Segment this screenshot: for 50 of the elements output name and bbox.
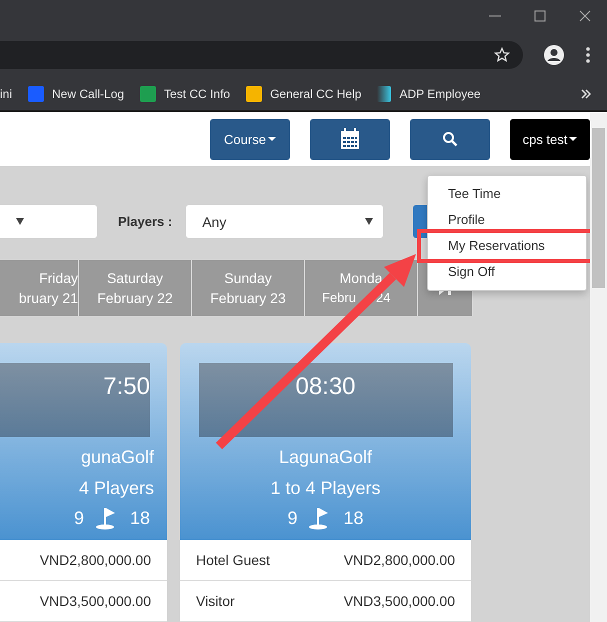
search-button[interactable] (410, 118, 490, 160)
bookmark[interactable]: New Call-Log (28, 86, 124, 102)
menu-item[interactable]: Profile (428, 207, 586, 233)
tee-time: 7:50 (103, 373, 150, 402)
rate-row[interactable]: Visitor VND3,500,000.00 (180, 581, 471, 622)
holes-count: 9 (287, 508, 298, 528)
holes-count: 9 (74, 508, 84, 528)
tee-time: 08:30 (295, 373, 356, 402)
players-select[interactable]: Any (186, 205, 384, 238)
course-name: gunaGolf (80, 447, 154, 468)
slides-icon (246, 86, 262, 102)
menu-item[interactable]: Tee Time (428, 181, 586, 207)
calendar-button[interactable] (310, 118, 390, 160)
bookmark[interactable]: ini (0, 87, 12, 101)
more-bookmarks-icon[interactable] (581, 89, 591, 99)
close-icon[interactable] (579, 10, 591, 22)
user-dropdown[interactable]: cps test (510, 118, 590, 160)
bookmark[interactable]: Test CC Info (140, 86, 230, 102)
star-icon[interactable] (494, 47, 510, 63)
rate-price: VND3,500,000.00 (344, 593, 455, 609)
rate-name: Visitor (196, 593, 235, 609)
rate-row[interactable]: Hotel Guest VND2,800,000.00 (180, 540, 471, 581)
rate-price: VND2,800,000.00 (344, 552, 455, 568)
bookmark[interactable]: ADP Employee (377, 86, 481, 102)
rate-price: VND2,800,000.00 (40, 552, 151, 568)
players-label: Players : (118, 214, 172, 229)
calendar-icon (340, 128, 360, 150)
menu-icon[interactable] (585, 46, 591, 64)
rate-name: Hotel Guest (196, 552, 270, 568)
maximize-icon[interactable] (534, 10, 546, 22)
players-range: 1 to 4 Players (270, 478, 381, 499)
course-name: LagunaGolf (278, 447, 372, 468)
holes-count: 18 (343, 508, 364, 528)
profile-icon[interactable] (543, 44, 565, 66)
tee-time-card-header[interactable]: 7:50 gunaGolf 4 Players 9 18 (0, 343, 167, 540)
rate-price: VND3,500,000.00 (40, 593, 151, 609)
bookmark-icon (377, 86, 392, 102)
search-icon (442, 131, 458, 147)
sheet-icon (140, 86, 156, 102)
bookmark[interactable]: General CC Help (246, 86, 362, 102)
holes-count: 18 (130, 508, 150, 528)
course-dropdown[interactable]: Course (210, 118, 290, 160)
call-log-icon (28, 86, 44, 102)
scrollbar[interactable] (590, 112, 607, 622)
select-field[interactable] (0, 205, 97, 238)
rate-row[interactable]: VND2,800,000.00 (0, 540, 167, 581)
rate-row[interactable]: VND3,500,000.00 (0, 581, 167, 622)
players-range: 4 Players (78, 478, 154, 499)
menu-item[interactable]: Sign Off (428, 259, 586, 285)
tee-time-card-header[interactable]: 08:30 LagunaGolf 1 to 4 Players 9 18 (180, 343, 471, 540)
